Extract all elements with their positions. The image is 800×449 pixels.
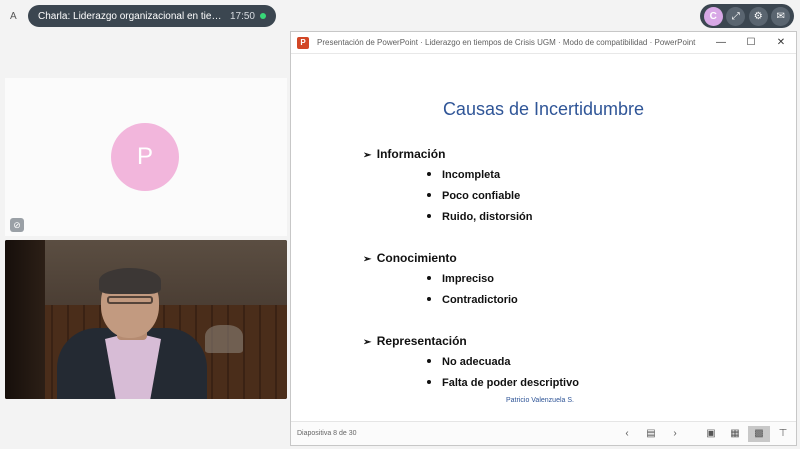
normal-view-icon[interactable]: ▣ <box>700 426 722 442</box>
maximize-button[interactable]: ☐ <box>736 37 766 48</box>
arrow-bullet-icon: ➢ <box>363 254 372 265</box>
expand-icon[interactable]: ⤢ <box>726 6 746 26</box>
meeting-time: 17:50 <box>229 10 255 22</box>
next-slide-icon[interactable]: › <box>664 426 686 442</box>
powerpoint-window: P Presentación de PowerPoint · Liderazgo… <box>290 31 797 446</box>
section-heading: ➢ Información <box>363 147 446 161</box>
bullet-item: Poco confiable <box>427 190 520 202</box>
slideshow-icon[interactable]: ⊤ <box>772 426 794 442</box>
slide-author: Patricio Valenzuela S. <box>506 397 574 404</box>
previous-slide-icon[interactable]: ‹ <box>616 426 638 442</box>
participant-avatar: P <box>111 123 179 191</box>
video-shadow <box>5 240 45 399</box>
speaker-glasses <box>107 296 153 304</box>
speaker-hair <box>99 268 161 294</box>
live-indicator-icon <box>260 13 266 19</box>
bullet-item: Contradictorio <box>427 294 518 306</box>
participant-tile: P <box>5 78 287 236</box>
video-lamp <box>205 325 243 353</box>
meeting-title: Charla: Liderazgo organizacional en tiem… <box>38 10 224 22</box>
ppt-window-title: Presentación de PowerPoint · Liderazgo e… <box>317 38 696 47</box>
panel-label: A <box>10 11 17 22</box>
section-heading: ➢ Conocimiento <box>363 251 457 265</box>
settings-gear-icon[interactable]: ⚙ <box>748 6 768 26</box>
user-avatar-button[interactable]: C <box>703 6 723 26</box>
powerpoint-logo-icon: P <box>297 36 309 49</box>
close-button[interactable]: ✕ <box>766 37 796 48</box>
minimize-button[interactable]: — <box>706 37 736 48</box>
bullet-item: Impreciso <box>427 273 494 285</box>
bullet-item: Incompleta <box>427 169 500 181</box>
arrow-bullet-icon: ➢ <box>363 337 372 348</box>
bullet-item: Falta de poder descriptivo <box>427 377 579 389</box>
notes-icon[interactable]: ▤ <box>640 426 662 442</box>
mic-muted-icon: ⊘ <box>10 218 24 232</box>
reading-view-icon[interactable]: ▩ <box>748 425 770 442</box>
bullet-item: Ruido, distorsión <box>427 211 532 223</box>
bullet-item: No adecuada <box>427 356 510 368</box>
section-heading: ➢ Representación <box>363 334 467 348</box>
ppt-status-bar: Diapositiva 8 de 30 ‹ ▤ › ▣ ▦ ▩ ⊤ <box>291 421 796 445</box>
slide-title: Causas de Incertidumbre <box>442 99 645 119</box>
speaker-video-tile <box>5 240 287 399</box>
slide-counter: Diapositiva 8 de 30 <box>297 430 357 437</box>
ppt-titlebar: P Presentación de PowerPoint · Liderazgo… <box>291 32 796 54</box>
arrow-bullet-icon: ➢ <box>363 150 372 161</box>
slide-sorter-icon[interactable]: ▦ <box>724 426 746 442</box>
chat-icon[interactable]: ✉ <box>771 6 791 26</box>
meeting-info-pill[interactable]: Charla: Liderazgo organizacional en tiem… <box>28 5 276 27</box>
meeting-controls: C ⤢ ⚙ ✉ <box>700 4 794 28</box>
slide-canvas: Causas de Incertidumbre ➢ Información In… <box>291 55 796 421</box>
